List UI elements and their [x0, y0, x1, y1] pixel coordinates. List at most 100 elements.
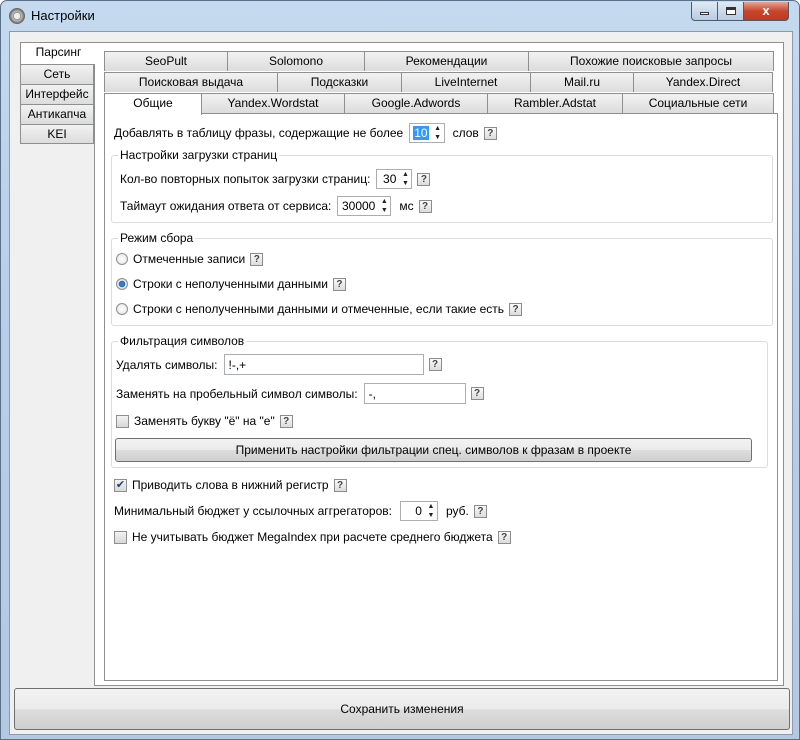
tab-yandex-wordstat[interactable]: Yandex.Wordstat: [201, 93, 345, 113]
radio-label[interactable]: Строки с неполученными данными и отмечен…: [133, 302, 504, 316]
radio-marked-records[interactable]: Отмеченные записи ?: [116, 252, 264, 266]
help-icon[interactable]: ?: [470, 387, 484, 400]
settings-window: Настройки x Парсинг Сеть Интерфейс Антик…: [0, 0, 800, 740]
tab-row-2: Поисковая выдача Подсказки LiveInternet …: [104, 72, 773, 92]
tab-liveinternet[interactable]: LiveInternet: [401, 72, 531, 92]
max-words-stepper[interactable]: 10 ▲ ▼: [409, 123, 445, 143]
tab-parsing[interactable]: Парсинг: [20, 42, 96, 64]
remove-symbols-input[interactable]: !-,+: [223, 354, 424, 375]
checkbox[interactable]: [116, 414, 129, 428]
max-words-label: Добавлять в таблицу фразы, содержащие не…: [114, 126, 404, 140]
checkbox[interactable]: [114, 530, 127, 544]
remove-symbols-label: Удалять символы:: [116, 357, 218, 372]
parsing-panel: SeoPult Solomono Рекомендации Похожие по…: [94, 42, 784, 686]
timeout-stepper[interactable]: 30000 ▲ ▼: [337, 196, 392, 216]
replace-symbols-label: Заменять на пробельный символ символы:: [116, 386, 358, 401]
help-icon[interactable]: ?: [418, 199, 432, 213]
min-budget-unit: руб.: [445, 504, 469, 518]
checkbox-checked[interactable]: ✔: [114, 478, 127, 492]
retries-stepper[interactable]: 30 ▲ ▼: [376, 169, 413, 189]
retries-row: Кол-во повторных попыток загрузки страни…: [120, 169, 431, 189]
tab-network[interactable]: Сеть: [20, 64, 94, 84]
client-area: Парсинг Сеть Интерфейс Антикапча KEI Seo…: [9, 31, 793, 735]
lowercase-row[interactable]: ✔ Приводить слова в нижний регистр ?: [114, 478, 347, 492]
collect-mode-group-title: Режим сбора: [118, 231, 196, 245]
tab-anticaptcha[interactable]: Антикапча: [20, 104, 94, 124]
max-words-row: Добавлять в таблицу фразы, содержащие не…: [114, 123, 497, 143]
stepper-arrows-icon[interactable]: ▲ ▼: [425, 502, 437, 520]
radio-label[interactable]: Отмеченные записи: [133, 252, 245, 266]
save-changes-button[interactable]: Сохранить изменения: [14, 688, 790, 730]
radio-missing-data-rows[interactable]: Строки с неполученными данными ?: [116, 277, 346, 291]
stepper-arrows-icon[interactable]: ▲ ▼: [378, 197, 390, 215]
tab-google-adwords[interactable]: Google.Adwords: [344, 93, 488, 113]
tab-similar-queries[interactable]: Похожие поисковые запросы: [528, 51, 774, 71]
symbol-filter-group-title: Фильтрация символов: [118, 334, 247, 348]
help-icon[interactable]: ?: [279, 414, 293, 428]
timeout-label: Таймаут ожидания ответа от сервиса:: [120, 199, 332, 213]
close-icon: x: [762, 3, 770, 18]
tab-yandex-direct[interactable]: Yandex.Direct: [633, 72, 773, 92]
min-budget-label: Минимальный бюджет у ссылочных аггрегато…: [114, 504, 392, 518]
replace-yo-row[interactable]: Заменять букву "ё" на "е" ?: [116, 414, 293, 428]
tab-solomono[interactable]: Solomono: [227, 51, 365, 71]
timeout-row: Таймаут ожидания ответа от сервиса: 3000…: [120, 196, 432, 216]
help-icon[interactable]: ?: [509, 302, 523, 316]
tab-row-3: Общие Yandex.Wordstat Google.Adwords Ram…: [104, 93, 774, 115]
tab-search-results[interactable]: Поисковая выдача: [104, 72, 278, 92]
help-icon[interactable]: ?: [417, 172, 431, 186]
max-words-unit: слов: [452, 126, 479, 140]
help-icon[interactable]: ?: [332, 277, 346, 291]
help-icon[interactable]: ?: [483, 126, 497, 140]
min-budget-value[interactable]: 0: [401, 504, 425, 518]
tab-interface[interactable]: Интерфейс: [20, 84, 94, 104]
maximize-icon: [725, 7, 736, 15]
timeout-unit: мс: [399, 199, 414, 213]
tab-recommendations[interactable]: Рекомендации: [364, 51, 529, 71]
radio-button-selected[interactable]: [116, 278, 128, 290]
ignore-megaindex-label[interactable]: Не учитывать бюджет MegaIndex при расчет…: [132, 530, 493, 544]
retries-value[interactable]: 30: [377, 172, 399, 186]
window-title: Настройки: [31, 8, 95, 23]
title-bar: Настройки x: [1, 1, 799, 31]
min-budget-stepper[interactable]: 0 ▲ ▼: [399, 501, 438, 521]
help-icon[interactable]: ?: [497, 530, 511, 544]
replace-symbols-input[interactable]: -,: [363, 383, 466, 404]
radio-missing-and-marked[interactable]: Строки с неполученными данными и отмечен…: [116, 302, 523, 316]
page-load-group: Настройки загрузки страниц Кол-во повтор…: [111, 148, 773, 223]
close-button[interactable]: x: [743, 2, 789, 21]
min-budget-row: Минимальный бюджет у ссылочных аггрегато…: [114, 501, 487, 521]
radio-label[interactable]: Строки с неполученными данными: [133, 277, 328, 291]
replace-yo-label[interactable]: Заменять букву "ё" на "е": [134, 414, 275, 428]
tab-kei[interactable]: KEI: [20, 124, 94, 144]
tab-seopult[interactable]: SeoPult: [104, 51, 228, 71]
tab-rambler-adstat[interactable]: Rambler.Adstat: [487, 93, 623, 113]
tab-general[interactable]: Общие: [104, 93, 202, 115]
ignore-megaindex-row[interactable]: Не учитывать бюджет MegaIndex при расчет…: [114, 530, 511, 544]
retries-label: Кол-во повторных попыток загрузки страни…: [120, 172, 371, 186]
general-tab-content: Добавлять в таблицу фразы, содержащие не…: [104, 113, 778, 681]
collect-mode-group: Режим сбора Отмеченные записи ? Строки с…: [111, 231, 773, 326]
help-icon[interactable]: ?: [333, 478, 347, 492]
left-tab-strip: Парсинг Сеть Интерфейс Антикапча KEI: [20, 42, 96, 144]
page-load-group-title: Настройки загрузки страниц: [118, 148, 280, 162]
lowercase-label[interactable]: Приводить слова в нижний регистр: [132, 478, 329, 492]
help-icon[interactable]: ?: [428, 358, 442, 371]
stepper-arrows-icon[interactable]: ▲ ▼: [399, 170, 411, 188]
help-icon[interactable]: ?: [473, 504, 487, 518]
help-icon[interactable]: ?: [250, 252, 264, 266]
remove-symbols-row: Удалять символы: !-,+ ?: [116, 354, 442, 375]
maximize-button[interactable]: [717, 2, 744, 21]
tab-suggestions[interactable]: Подсказки: [277, 72, 402, 92]
timeout-value[interactable]: 30000: [338, 199, 378, 213]
radio-button[interactable]: [116, 303, 128, 315]
replace-symbols-row: Заменять на пробельный символ символы: -…: [116, 383, 484, 404]
tab-mailru[interactable]: Mail.ru: [530, 72, 634, 92]
apply-filter-button[interactable]: Применить настройки фильтрации спец. сим…: [115, 438, 752, 462]
max-words-value[interactable]: 10: [410, 126, 431, 140]
radio-button[interactable]: [116, 253, 128, 265]
stepper-arrows-icon[interactable]: ▲ ▼: [432, 124, 444, 142]
minimize-button[interactable]: [691, 2, 718, 21]
settings-gear-icon: [9, 8, 25, 24]
tab-social-networks[interactable]: Социальные сети: [622, 93, 774, 113]
